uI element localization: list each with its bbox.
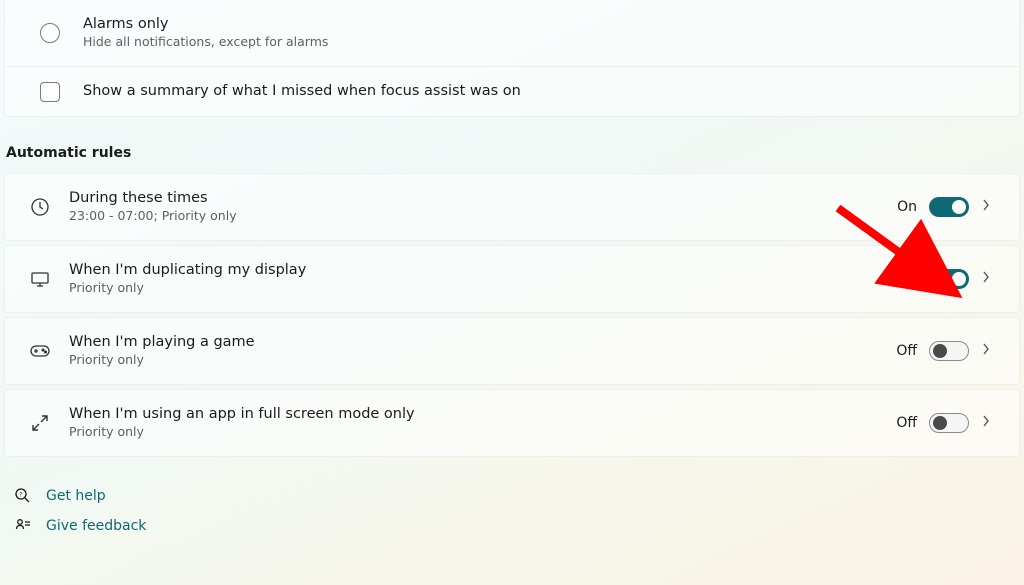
- option-summary-label: Show a summary of what I missed when foc…: [83, 82, 1003, 102]
- section-heading-automatic-rules: Automatic rules: [0, 117, 1024, 173]
- rule-title: When I'm playing a game: [69, 333, 896, 353]
- rule-state-label: On: [897, 199, 917, 215]
- toggle-playing-game[interactable]: [929, 341, 969, 361]
- rule-title: During these times: [69, 189, 897, 209]
- option-summary-row[interactable]: Show a summary of what I missed when foc…: [5, 66, 1019, 116]
- link-get-help[interactable]: ? Get help: [14, 487, 1018, 505]
- rule-during-these-times[interactable]: During these times 23:00 - 07:00; Priori…: [4, 173, 1020, 241]
- chevron-right-icon[interactable]: [969, 270, 1003, 288]
- rule-title: When I'm duplicating my display: [69, 261, 897, 281]
- toggle-during-these-times[interactable]: [929, 197, 969, 217]
- footer-links: ? Get help Give feedback: [0, 461, 1024, 535]
- clock-icon: [27, 197, 53, 217]
- feedback-icon: [14, 517, 32, 535]
- rule-state-label: Off: [896, 415, 917, 431]
- option-alarms-only[interactable]: Alarms only Hide all notifications, exce…: [5, 0, 1019, 66]
- link-get-help-label: Get help: [46, 488, 106, 504]
- rule-state-label: Off: [896, 343, 917, 359]
- rule-playing-game[interactable]: When I'm playing a game Priority only Of…: [4, 317, 1020, 385]
- rule-sub: 23:00 - 07:00; Priority only: [69, 208, 897, 225]
- rule-sub: Priority only: [69, 424, 896, 441]
- rule-sub: Priority only: [69, 352, 896, 369]
- chevron-right-icon[interactable]: [969, 198, 1003, 216]
- radio-alarms-only[interactable]: [40, 23, 60, 43]
- focus-assist-options-card: Alarms only Hide all notifications, exce…: [4, 0, 1020, 117]
- svg-text:?: ?: [19, 491, 22, 498]
- chevron-right-icon[interactable]: [969, 342, 1003, 360]
- link-give-feedback[interactable]: Give feedback: [14, 517, 1018, 535]
- rule-sub: Priority only: [69, 280, 897, 297]
- toggle-fullscreen-app[interactable]: [929, 413, 969, 433]
- option-alarms-title: Alarms only: [83, 15, 1003, 35]
- rule-duplicating-display[interactable]: When I'm duplicating my display Priority…: [4, 245, 1020, 313]
- checkbox-summary[interactable]: [40, 82, 60, 102]
- toggle-duplicating-display[interactable]: [929, 269, 969, 289]
- rule-fullscreen-app[interactable]: When I'm using an app in full screen mod…: [4, 389, 1020, 457]
- help-icon: ?: [14, 487, 32, 505]
- expand-icon: [27, 414, 53, 432]
- monitor-icon: [27, 269, 53, 289]
- rule-title: When I'm using an app in full screen mod…: [69, 405, 896, 425]
- rule-state-label: On: [897, 271, 917, 287]
- link-give-feedback-label: Give feedback: [46, 518, 146, 534]
- gamepad-icon: [27, 343, 53, 359]
- option-alarms-sub: Hide all notifications, except for alarm…: [83, 34, 1003, 51]
- chevron-right-icon[interactable]: [969, 414, 1003, 432]
